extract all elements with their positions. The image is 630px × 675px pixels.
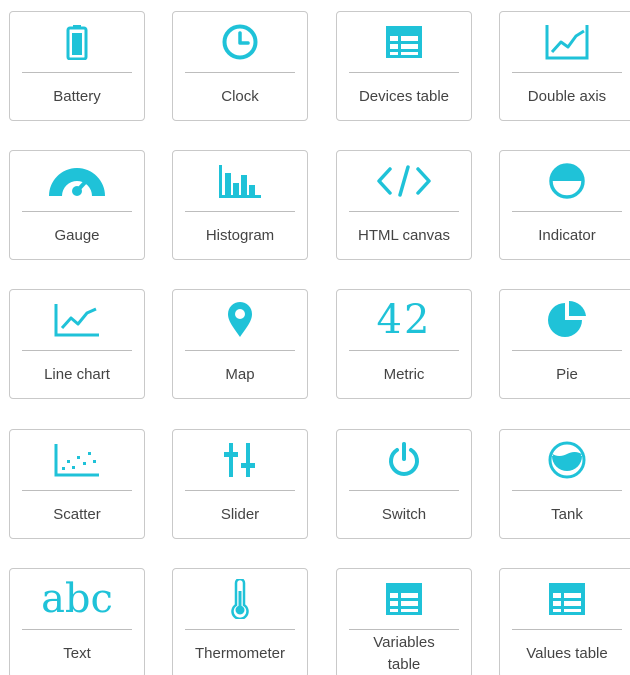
widget-label: Variables table bbox=[373, 633, 435, 673]
thermometer-icon bbox=[173, 569, 307, 629]
widget-label: Thermometer bbox=[194, 644, 286, 662]
metric-number-icon: 42 bbox=[337, 290, 471, 350]
widget-label: Devices table bbox=[358, 87, 450, 105]
table-icon bbox=[500, 569, 630, 629]
widget-tile-line-chart[interactable]: Line chart bbox=[9, 289, 145, 399]
widget-tile-pie[interactable]: Pie bbox=[499, 289, 630, 399]
widget-label: Histogram bbox=[205, 226, 275, 244]
widget-tile-variables-table[interactable]: Variables table bbox=[336, 568, 472, 675]
widget-label: Battery bbox=[53, 87, 101, 105]
scatter-chart-icon bbox=[10, 430, 144, 490]
table-icon bbox=[337, 569, 471, 629]
widget-tile-scatter[interactable]: Scatter bbox=[9, 429, 145, 539]
widget-tile-gauge[interactable]: Gauge bbox=[9, 150, 145, 260]
power-switch-icon bbox=[337, 430, 471, 490]
widget-tile-slider[interactable]: Slider bbox=[172, 429, 308, 539]
battery-icon bbox=[10, 12, 144, 72]
widget-label: Metric bbox=[383, 365, 425, 383]
widget-tile-text[interactable]: abc Text bbox=[9, 568, 145, 675]
widget-tile-switch[interactable]: Switch bbox=[336, 429, 472, 539]
map-pin-icon bbox=[173, 290, 307, 350]
table-icon bbox=[337, 12, 471, 72]
widget-tile-tank[interactable]: Tank bbox=[499, 429, 630, 539]
widget-label: Indicator bbox=[538, 226, 596, 244]
widget-tile-devices-table[interactable]: Devices table bbox=[336, 11, 472, 121]
clock-icon bbox=[173, 12, 307, 72]
widget-label: Gauge bbox=[54, 226, 100, 244]
widget-label: HTML canvas bbox=[358, 226, 450, 244]
widget-label: Text bbox=[63, 644, 91, 662]
widget-tile-battery[interactable]: Battery bbox=[9, 11, 145, 121]
slider-icon bbox=[173, 430, 307, 490]
indicator-icon bbox=[500, 151, 630, 211]
widget-label: Scatter bbox=[53, 505, 101, 523]
widget-grid: Battery Clock Devices table Double axis … bbox=[0, 0, 630, 675]
metric-icon-text: 42 bbox=[376, 297, 432, 343]
double-axis-chart-icon bbox=[500, 12, 630, 72]
widget-tile-clock[interactable]: Clock bbox=[172, 11, 308, 121]
widget-label: Switch bbox=[381, 505, 427, 523]
widget-label: Tank bbox=[551, 505, 583, 523]
widget-tile-double-axis[interactable]: Double axis bbox=[499, 11, 630, 121]
pie-chart-icon bbox=[500, 290, 630, 350]
widget-label: Values table bbox=[526, 644, 608, 662]
widget-label: Clock bbox=[221, 87, 259, 105]
widget-tile-values-table[interactable]: Values table bbox=[499, 568, 630, 675]
tank-icon bbox=[500, 430, 630, 490]
widget-tile-thermometer[interactable]: Thermometer bbox=[172, 568, 308, 675]
widget-tile-metric[interactable]: 42 Metric bbox=[336, 289, 472, 399]
widget-label: Double axis bbox=[527, 87, 607, 105]
widget-tile-indicator[interactable]: Indicator bbox=[499, 150, 630, 260]
widget-label: Pie bbox=[556, 365, 578, 383]
histogram-icon bbox=[173, 151, 307, 211]
text-abc-icon: abc bbox=[10, 569, 144, 629]
widget-label: Line chart bbox=[44, 365, 110, 383]
code-icon bbox=[337, 151, 471, 211]
widget-tile-map[interactable]: Map bbox=[172, 289, 308, 399]
widget-label: Map bbox=[225, 365, 255, 383]
widget-tile-html-canvas[interactable]: HTML canvas bbox=[336, 150, 472, 260]
text-icon-text: abc bbox=[41, 576, 113, 622]
widget-label: Slider bbox=[220, 505, 260, 523]
widget-tile-histogram[interactable]: Histogram bbox=[172, 150, 308, 260]
gauge-icon bbox=[10, 151, 144, 211]
line-chart-icon bbox=[10, 290, 144, 350]
